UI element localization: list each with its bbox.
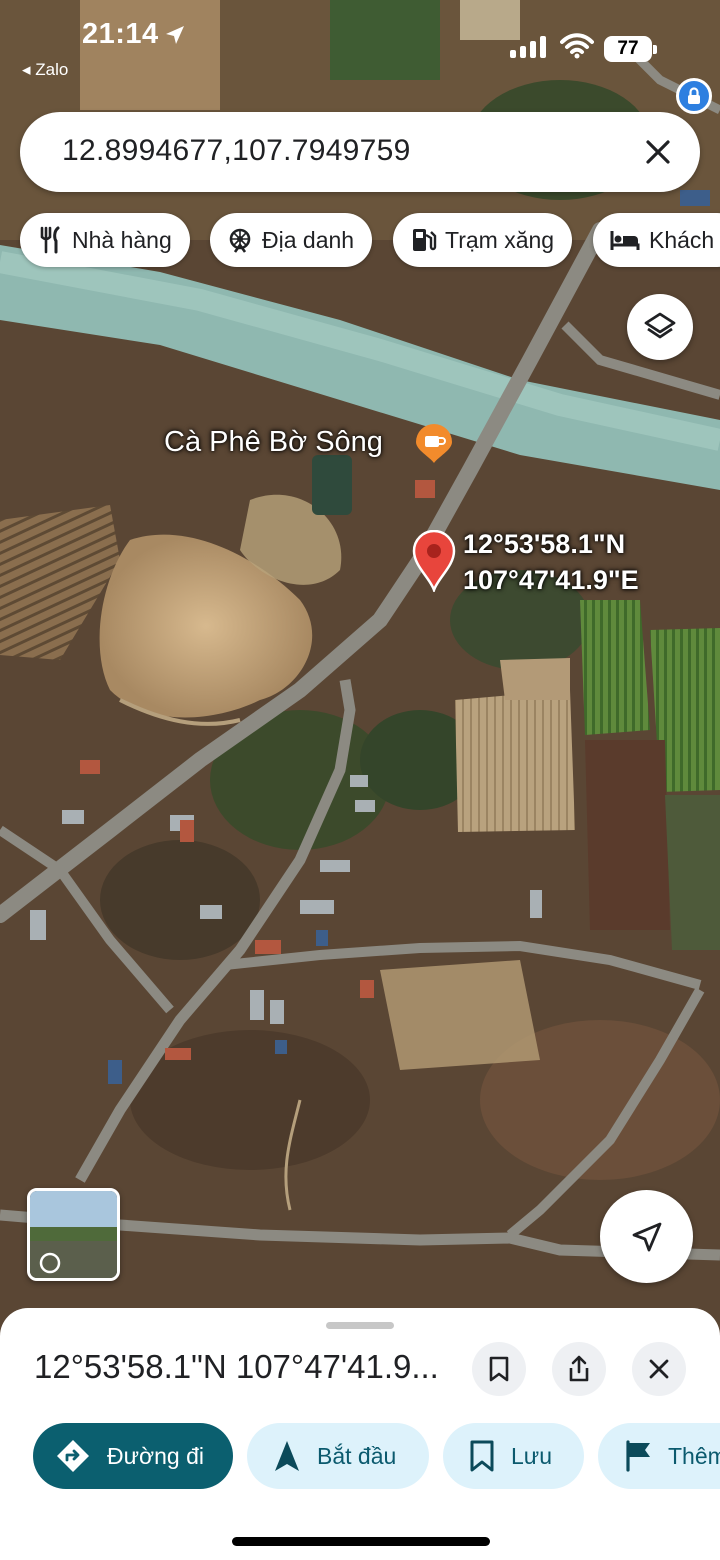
chip-label: Trạm xăng [445, 226, 555, 253]
bookmark-icon [489, 1356, 509, 1382]
close-icon [649, 1359, 669, 1379]
pin-longitude: 107°47'41.9"E [463, 565, 639, 595]
hotel-icon [610, 231, 640, 250]
gas-station-icon [413, 229, 437, 251]
search-bar[interactable]: 12.8994677,107.7949759 [20, 112, 700, 192]
more-label: Thêm [668, 1442, 720, 1469]
map-layers-button[interactable] [627, 294, 693, 360]
chip-label: Khách [649, 226, 715, 253]
wifi-icon [560, 33, 594, 59]
my-location-button[interactable] [600, 1190, 693, 1283]
share-button[interactable] [552, 1342, 606, 1396]
chip-restaurants[interactable]: Nhà hàng [20, 213, 190, 267]
coffee-icon[interactable] [414, 424, 454, 464]
chip-landmarks[interactable]: Địa danh [210, 213, 373, 267]
clock: 21:14 [82, 18, 159, 50]
flag-icon [626, 1440, 650, 1472]
save-place-button[interactable]: Lưu [443, 1423, 584, 1489]
chip-hotels[interactable]: Khách [593, 213, 720, 267]
close-icon [646, 140, 670, 164]
save-label: Lưu [511, 1442, 552, 1469]
chip-label: Nhà hàng [72, 226, 172, 253]
save-button[interactable] [472, 1342, 526, 1396]
start-button[interactable]: Bắt đầu [247, 1423, 429, 1489]
directions-button[interactable]: Đường đi [33, 1423, 233, 1489]
close-sheet-button[interactable] [632, 1342, 686, 1396]
navigation-arrow-icon [632, 1222, 661, 1251]
place-label[interactable]: Cà Phê Bờ Sông [164, 426, 383, 459]
landmark-icon [229, 228, 251, 253]
more-button[interactable]: Thêm [598, 1423, 720, 1489]
layers-icon [644, 312, 676, 339]
location-services-icon [166, 26, 184, 44]
chip-label: Địa danh [262, 226, 355, 253]
navigation-arrow-icon [275, 1441, 299, 1471]
category-chips: Nhà hàng Địa danh Trạm xăng Khách [20, 213, 720, 267]
home-indicator[interactable] [232, 1537, 490, 1546]
battery-indicator: 77 [604, 36, 657, 62]
street-view-thumbnail[interactable] [27, 1188, 120, 1281]
back-to-app-link[interactable]: ◂ Zalo [22, 60, 68, 80]
status-bar: 21:14 ◂ Zalo 77 [0, 0, 720, 84]
drag-handle[interactable] [326, 1322, 394, 1329]
cellular-signal-icon [510, 36, 546, 58]
lock-icon[interactable] [676, 78, 712, 114]
dropped-pin-icon[interactable] [412, 530, 456, 592]
directions-label: Đường đi [107, 1442, 204, 1469]
place-bottom-sheet[interactable]: 12°53'58.1"N 107°47'41.9... Đường đi Bắt… [0, 1308, 720, 1560]
search-input[interactable]: 12.8994677,107.7949759 [62, 134, 411, 168]
pin-coordinates-label: 12°53'58.1"N 107°47'41.9"E [463, 526, 639, 598]
pin-latitude: 12°53'58.1"N [463, 529, 626, 559]
restaurant-icon [40, 226, 60, 254]
share-icon [569, 1355, 589, 1382]
start-label: Bắt đầu [317, 1442, 397, 1469]
clear-search-button[interactable] [638, 132, 678, 172]
chip-gas-stations[interactable]: Trạm xăng [393, 213, 573, 267]
sheet-title: 12°53'58.1"N 107°47'41.9... [34, 1348, 439, 1385]
directions-icon [57, 1440, 89, 1472]
bookmark-icon [470, 1440, 494, 1472]
